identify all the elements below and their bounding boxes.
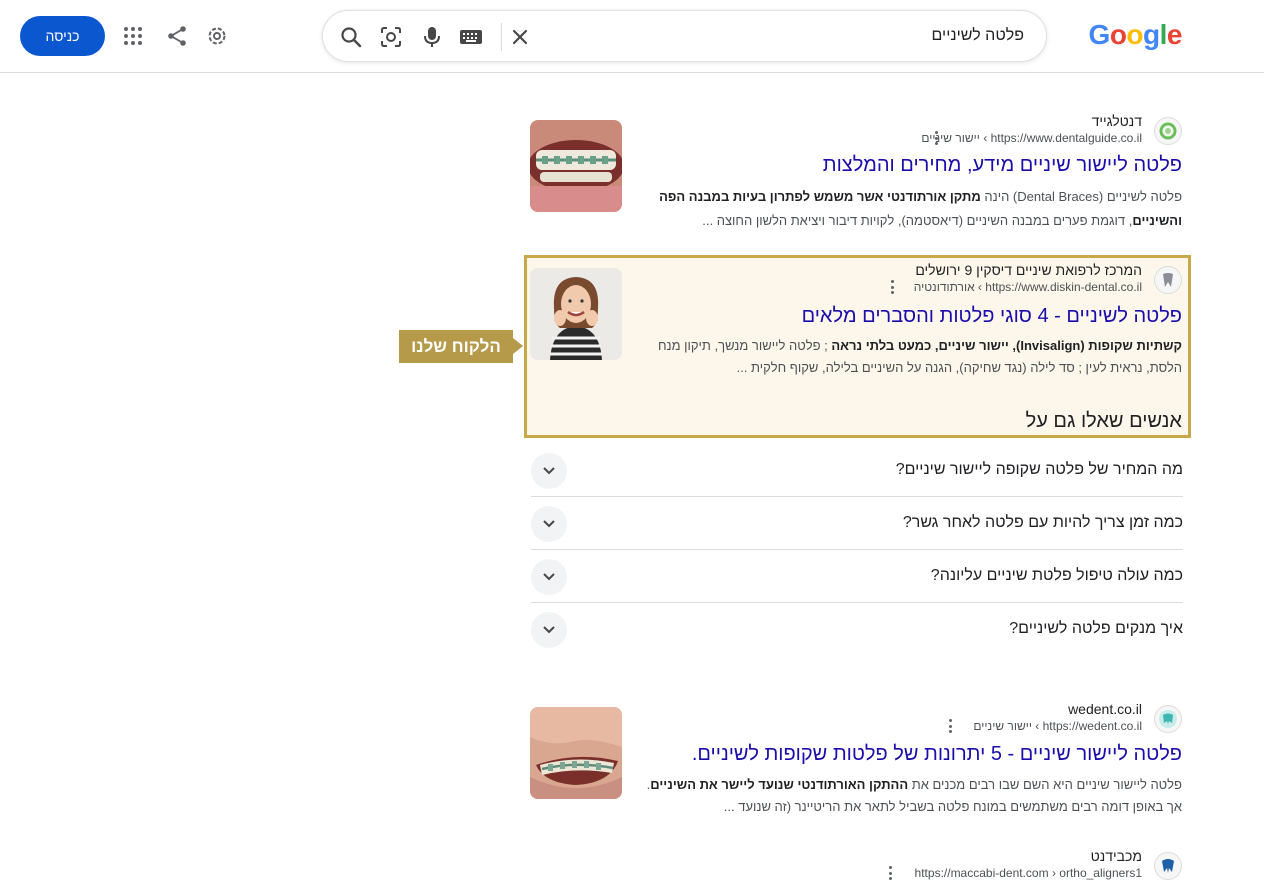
site-name: דנטלגייד — [1091, 113, 1142, 129]
search-result: wedent.co.il https://wedent.co.il › יישו… — [530, 701, 1182, 821]
more-options-icon[interactable] — [886, 280, 898, 294]
chevron-down-icon[interactable] — [531, 559, 567, 595]
search-input[interactable]: פלטה לשיניים — [932, 27, 1025, 45]
maccabi-favicon — [1154, 852, 1182, 880]
site-name: המרכז לרפואת שיניים דיסקין 9 ירושלים — [915, 262, 1142, 278]
chevron-down-icon[interactable] — [531, 453, 567, 489]
result-site[interactable]: wedent.co.il https://wedent.co.il › יישו… — [530, 701, 1182, 735]
paa-question[interactable]: מה המחיר של פלטה שקופה ליישור שיניים? — [531, 444, 1183, 497]
apps-icon[interactable] — [121, 24, 145, 48]
result-title-link[interactable]: פלטה ליישור שיניים - 5 יתרונות של פלטות … — [692, 743, 1182, 766]
paa-question-text: מה המחיר של פלטה שקופה ליישור שיניים? — [895, 461, 1183, 478]
search-box[interactable]: פלטה לשיניים — [322, 10, 1047, 62]
braces-thumbnail[interactable] — [530, 120, 622, 212]
result-snippet: פלטה לשיניים (Dental Braces) הינה מתקן א… — [659, 189, 1182, 204]
result-title-link[interactable]: פלטה ליישור שיניים מידע, מחירים והמלצות — [823, 154, 1182, 177]
paa-question-text: כמה עולה טיפול פלטת שיניים עליונה? — [930, 567, 1183, 584]
site-url: https://www.diskin-dental.co.il › אורתוד… — [913, 280, 1142, 294]
more-options-icon[interactable] — [944, 719, 956, 733]
search-divider — [501, 23, 502, 51]
more-options-icon[interactable] — [930, 131, 942, 145]
our-client-tag: הלקוח שלנו — [399, 330, 513, 363]
result-site[interactable]: דנטלגייד https://www.dentalguide.co.il ›… — [530, 113, 1182, 147]
chevron-down-icon[interactable] — [531, 506, 567, 542]
search-result-highlighted: המרכז לרפואת שיניים דיסקין 9 ירושלים htt… — [530, 262, 1182, 382]
smiling-woman-thumbnail[interactable] — [530, 268, 622, 360]
paa-question-text: כמה זמן צריך להיות עם פלטה לאחר גשר? — [902, 514, 1183, 531]
result-snippet-line2: הלסת, נראית לעין ; סד לילה (נגד שחיקה), … — [736, 360, 1182, 375]
mic-icon[interactable] — [419, 24, 445, 50]
result-snippet-line2: אך באופן דומה רבים משתמשים במונח פלטה בש… — [723, 799, 1182, 814]
wedent-favicon — [1154, 705, 1182, 733]
site-name: מכבידנט — [1090, 848, 1142, 864]
result-snippet: פלטה ליישור שיניים היא השם שבו רבים מכני… — [646, 777, 1182, 792]
header: Google פלטה לשיניים כניסה — [0, 0, 1264, 73]
settings-icon[interactable] — [205, 24, 229, 48]
search-result: דנטלגייד https://www.dentalguide.co.il ›… — [530, 113, 1182, 233]
result-site[interactable]: מכבידנט https://maccabi-dent.com › ortho… — [530, 848, 1182, 880]
paa-question[interactable]: איך מנקים פלטה לשיניים? — [531, 603, 1183, 656]
site-url: https://maccabi-dent.com › ortho_aligner… — [914, 866, 1142, 880]
result-snippet: קשתיות שקופות (Invisalign), יישור שיניים… — [657, 338, 1182, 353]
keyboard-icon[interactable] — [458, 24, 484, 50]
paa-question-text: איך מנקים פלטה לשיניים? — [1009, 620, 1183, 637]
site-name: wedent.co.il — [1068, 701, 1142, 717]
more-options-icon[interactable] — [884, 866, 896, 880]
paa-question[interactable]: כמה זמן צריך להיות עם פלטה לאחר גשר? — [531, 497, 1183, 550]
braces-closeup-thumbnail[interactable] — [530, 707, 622, 799]
lens-icon[interactable] — [378, 24, 404, 50]
login-button[interactable]: כניסה — [20, 16, 105, 56]
search-result: מכבידנט https://maccabi-dent.com › ortho… — [530, 848, 1182, 880]
tag-arrow — [513, 338, 523, 354]
site-url: https://www.dentalguide.co.il › יישור שי… — [921, 131, 1142, 145]
site-url: https://wedent.co.il › יישור שיניים — [973, 719, 1142, 733]
search-icon[interactable] — [338, 24, 364, 50]
people-also-ask-title: אנשים שאלו גם על — [1025, 410, 1182, 432]
share-icon[interactable] — [165, 24, 189, 48]
chevron-down-icon[interactable] — [531, 612, 567, 648]
result-snippet-line2: והשיניים, דוגמת פערים במבנה השיניים (דיא… — [702, 213, 1182, 228]
result-title-link[interactable]: פלטה לשיניים - 4 סוגי פלטות והסברים מלאי… — [802, 305, 1182, 328]
dentalguide-favicon — [1154, 117, 1182, 145]
diskin-favicon — [1154, 266, 1182, 294]
clear-icon[interactable] — [507, 24, 533, 50]
result-site[interactable]: המרכז לרפואת שיניים דיסקין 9 ירושלים htt… — [530, 262, 1182, 296]
google-logo[interactable]: Google — [1089, 19, 1183, 51]
paa-question[interactable]: כמה עולה טיפול פלטת שיניים עליונה? — [531, 550, 1183, 603]
